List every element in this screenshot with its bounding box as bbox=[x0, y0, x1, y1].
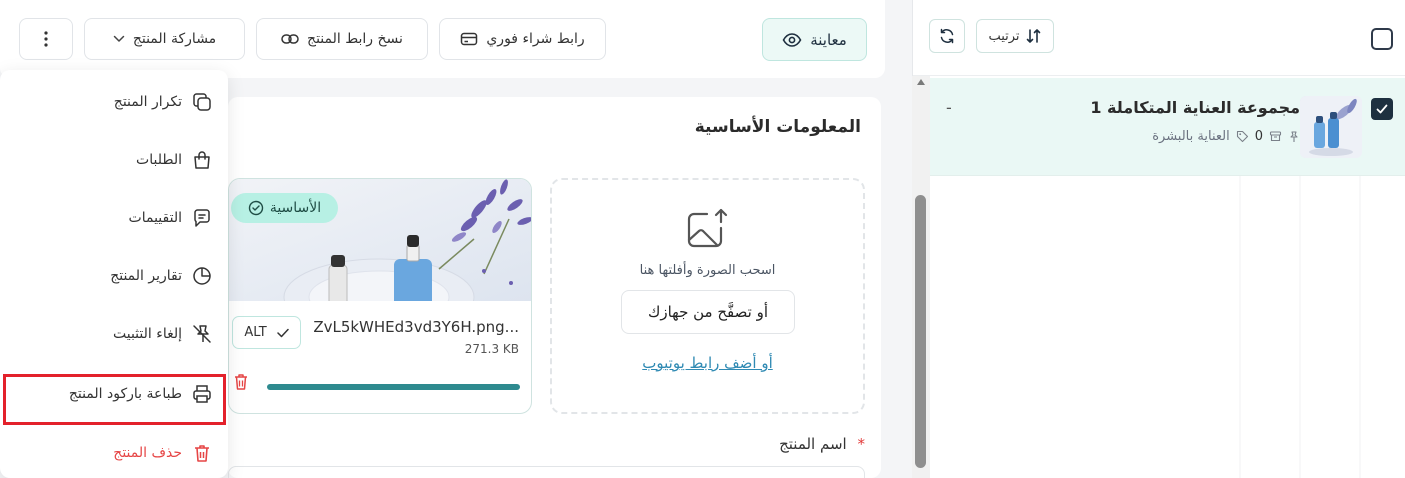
row-checkbox[interactable] bbox=[1371, 98, 1393, 120]
menu-item-label: تقارير المنتج bbox=[110, 268, 182, 284]
menu-item-label: تكرار المنتج bbox=[113, 94, 182, 110]
dropzone-hint: اسحب الصورة وأفلتها هنا bbox=[639, 263, 776, 278]
add-youtube-link[interactable]: أو أضف رابط يوتيوب bbox=[552, 354, 863, 372]
product-title[interactable]: مجموعة العناية المتكاملة 1 bbox=[1090, 98, 1300, 117]
share-product-dropdown[interactable]: مشاركة المنتج bbox=[84, 18, 245, 60]
preview-button[interactable]: معاينة bbox=[762, 18, 867, 61]
product-name-input[interactable] bbox=[228, 466, 865, 478]
sort-button[interactable]: ترتيب bbox=[976, 19, 1054, 53]
uploaded-image-card: الأساسية ZvL5kWHEd3vd3Y6H.png... 271.3 K… bbox=[228, 178, 532, 414]
main-image-badge: الأساسية bbox=[231, 193, 338, 223]
check-icon bbox=[276, 328, 289, 338]
buy-link-label: رابط شراء فوري bbox=[486, 31, 585, 47]
select-all-checkbox[interactable] bbox=[1371, 28, 1393, 50]
refresh-button[interactable] bbox=[929, 19, 965, 53]
menu-item-duplicate[interactable]: تكرار المنتج bbox=[0, 73, 228, 131]
menu-item-label: إلغاء التثبيت bbox=[112, 326, 182, 342]
preview-label: معاينة bbox=[810, 30, 847, 49]
pin-icon[interactable] bbox=[1288, 130, 1300, 143]
menu-item-label: الطلبات bbox=[136, 152, 182, 168]
menu-item-orders[interactable]: الطلبات bbox=[0, 131, 228, 189]
refresh-icon bbox=[938, 27, 956, 45]
product-category: العناية بالبشرة bbox=[1152, 129, 1230, 144]
menu-item-delete[interactable]: حذف المنتج bbox=[0, 424, 228, 478]
more-vertical-icon bbox=[44, 31, 48, 47]
box-icon bbox=[1269, 130, 1282, 143]
copy-link-label: نسخ رابط المنتج bbox=[307, 31, 403, 47]
menu-item-label: حذف المنتج bbox=[113, 445, 182, 461]
alt-text-button[interactable]: ALT bbox=[232, 316, 301, 349]
more-options-menu: تكرار المنتج الطلبات التقييمات تقارير ال… bbox=[0, 70, 228, 478]
upload-progress-bar bbox=[267, 384, 520, 390]
alt-label: ALT bbox=[244, 325, 267, 340]
product-name-label-text: اسم المنتج bbox=[779, 435, 847, 453]
trash-icon bbox=[192, 443, 212, 463]
product-list-item[interactable]: مجموعة العناية المتكاملة 1 0 العناية بال… bbox=[930, 78, 1405, 176]
card-icon bbox=[460, 32, 478, 46]
unpin-icon bbox=[192, 324, 212, 344]
stock-count: 0 bbox=[1254, 129, 1263, 144]
list-header: ترتيب bbox=[913, 0, 1405, 76]
product-price: - bbox=[946, 98, 952, 117]
image-dropzone[interactable]: اسحب الصورة وأفلتها هنا أو تصفَّح من جها… bbox=[550, 178, 865, 414]
basic-info-card: المعلومات الأساسية اسحب الصورة وأفلتها ه… bbox=[228, 97, 881, 478]
menu-item-unpin[interactable]: إلغاء التثبيت bbox=[0, 305, 228, 363]
list-empty-area bbox=[1239, 176, 1361, 478]
menu-item-reports[interactable]: تقارير المنتج bbox=[0, 247, 228, 305]
copy-icon bbox=[192, 92, 212, 112]
browse-device-button[interactable]: أو تصفَّح من جهازك bbox=[621, 290, 795, 334]
image-file-size: 271.3 KB bbox=[464, 342, 519, 356]
sort-icon bbox=[1026, 28, 1042, 44]
copy-link-button[interactable]: نسخ رابط المنتج bbox=[256, 18, 428, 60]
scroll-up-arrow-icon[interactable] bbox=[914, 76, 928, 88]
upload-image-icon bbox=[685, 208, 729, 250]
chevron-down-icon bbox=[113, 35, 125, 43]
product-name-label: * اسم المنتج bbox=[779, 435, 865, 453]
delete-image-icon[interactable] bbox=[233, 373, 249, 391]
check-circle-icon bbox=[248, 200, 264, 216]
instant-buy-link-button[interactable]: رابط شراء فوري bbox=[439, 18, 606, 60]
bag-icon bbox=[192, 150, 212, 170]
required-mark: * bbox=[857, 435, 866, 453]
highlight-box bbox=[3, 374, 226, 425]
section-title: المعلومات الأساسية bbox=[694, 117, 861, 137]
eye-icon bbox=[782, 32, 802, 47]
sort-label: ترتيب bbox=[988, 28, 1020, 44]
scrollbar-thumb[interactable] bbox=[915, 195, 926, 468]
editor-toolbar: مشاركة المنتج نسخ رابط المنتج رابط شراء … bbox=[0, 0, 885, 78]
main-badge-label: الأساسية bbox=[269, 200, 322, 216]
pie-chart-icon bbox=[192, 266, 212, 286]
more-options-button[interactable] bbox=[19, 18, 73, 60]
comment-icon bbox=[192, 208, 212, 228]
tag-icon bbox=[1236, 130, 1249, 143]
image-file-name: ZvL5kWHEd3vd3Y6H.png... bbox=[313, 318, 519, 336]
link-icon bbox=[281, 33, 299, 45]
product-meta: 0 العناية بالبشرة bbox=[1152, 129, 1300, 144]
product-thumbnail bbox=[1300, 96, 1362, 158]
share-label: مشاركة المنتج bbox=[132, 31, 217, 47]
menu-item-reviews[interactable]: التقييمات bbox=[0, 189, 228, 247]
menu-item-label: التقييمات bbox=[128, 210, 182, 226]
